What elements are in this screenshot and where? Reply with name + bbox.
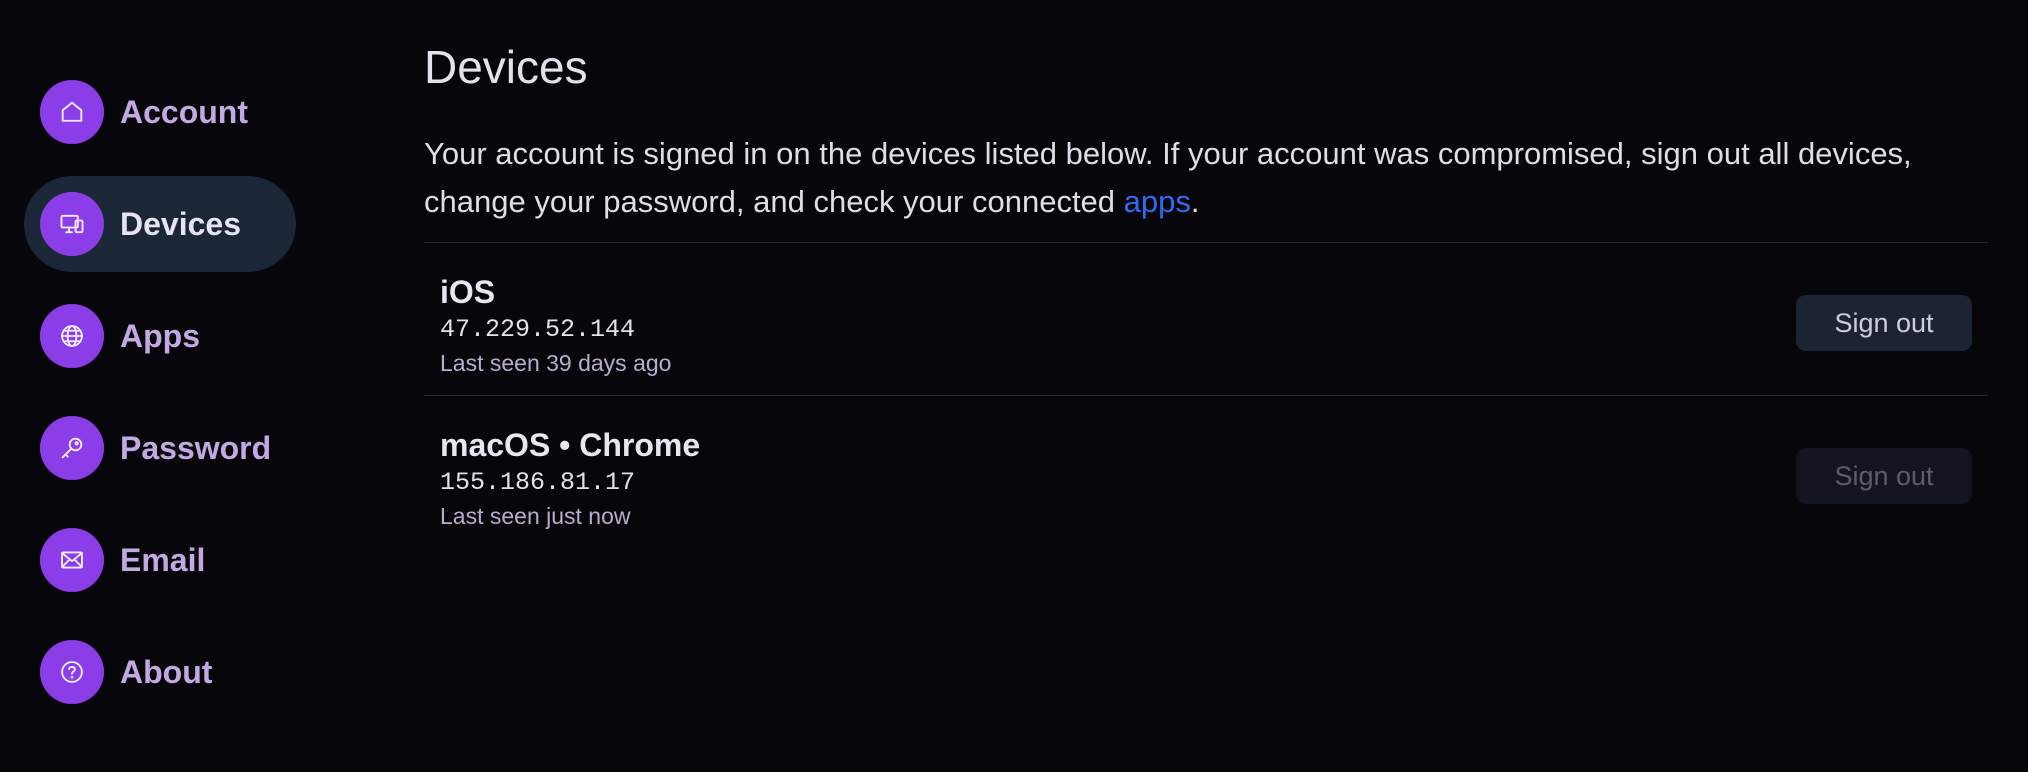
mail-icon (40, 528, 104, 592)
page-description: Your account is signed in on the devices… (424, 130, 1988, 226)
device-ip: 47.229.52.144 (440, 315, 636, 344)
device-row: iOS 47.229.52.144 Last seen 39 days ago … (424, 243, 1988, 396)
sidebar-item-password[interactable]: Password (24, 400, 296, 496)
device-last-seen: Last seen just now (440, 503, 631, 529)
home-icon (40, 80, 104, 144)
sidebar-item-email[interactable]: Email (24, 512, 296, 608)
devices-icon (40, 192, 104, 256)
sidebar-item-label: Devices (120, 205, 241, 242)
device-last-seen: Last seen 39 days ago (440, 350, 672, 376)
description-end: . (1190, 184, 1200, 219)
globe-icon (40, 304, 104, 368)
key-icon (40, 416, 104, 480)
main-content: Devices Your account is signed in on the… (424, 34, 1988, 549)
sidebar-item-about[interactable]: About (24, 624, 296, 720)
sidebar-item-label: About (120, 653, 213, 690)
sidebar-item-account[interactable]: Account (24, 64, 296, 160)
sign-out-button[interactable]: Sign out (1796, 295, 1972, 351)
device-ip: 155.186.81.17 (440, 468, 636, 497)
sidebar-item-label: Account (120, 93, 248, 130)
sidebar-item-label: Apps (120, 317, 200, 354)
device-name: macOS • Chrome (440, 427, 701, 463)
device-list: iOS 47.229.52.144 Last seen 39 days ago … (424, 242, 1988, 549)
sidebar-item-label: Password (120, 429, 272, 466)
sidebar-item-label: Email (120, 541, 206, 578)
sidebar: Account Devices Apps Password Email Abou… (24, 64, 296, 736)
apps-link[interactable]: apps (1124, 184, 1191, 219)
sidebar-item-devices[interactable]: Devices (24, 176, 296, 272)
device-name: iOS (440, 274, 496, 310)
device-row: macOS • Chrome 155.186.81.17 Last seen j… (424, 396, 1988, 549)
sign-out-button-disabled: Sign out (1796, 448, 1972, 504)
help-icon (40, 640, 104, 704)
page-title: Devices (424, 41, 588, 93)
sidebar-item-apps[interactable]: Apps (24, 288, 296, 384)
